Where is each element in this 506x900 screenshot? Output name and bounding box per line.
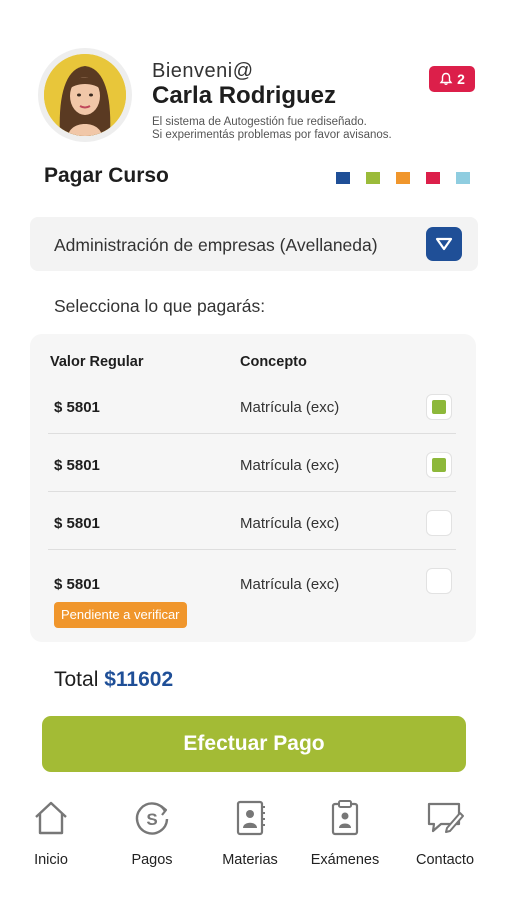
nav-label: Materias (222, 852, 278, 868)
contact-icon (427, 802, 464, 833)
row-concept: Matrícula (exc) (240, 576, 340, 593)
header: Bienveni@ Carla Rodriguez El sistema de … (0, 0, 506, 150)
user-photo-icon (44, 54, 126, 136)
total-label: Total (54, 668, 99, 691)
table-row: $ 5801 Matrícula (exc) (48, 434, 456, 492)
row-concept: Matrícula (exc) (240, 457, 340, 474)
notice-line-1: El sistema de Autogestión fue rediseñado… (152, 116, 367, 128)
nav-label: Inicio (34, 852, 68, 868)
row-concept: Matrícula (exc) (240, 399, 340, 416)
row-checkbox[interactable] (426, 394, 452, 420)
checkbox-check-icon (432, 458, 446, 472)
pending-badge: Pendiente a verificar (54, 602, 187, 628)
payments-icon: S (135, 802, 169, 835)
nav-item-contacto[interactable]: Contacto (400, 790, 490, 868)
color-dot (456, 172, 470, 184)
row-checkbox[interactable] (426, 510, 452, 536)
nav-item-inicio[interactable]: Inicio (6, 790, 96, 868)
row-concept: Matrícula (exc) (240, 515, 340, 532)
table-row: $ 5801 Matrícula (exc) (48, 550, 456, 608)
nav-label: Pagos (131, 852, 173, 868)
column-header-value: Valor Regular (50, 354, 144, 370)
nav-label: Exámenes (310, 852, 380, 868)
notifications-button[interactable]: 2 (429, 66, 475, 92)
row-checkbox[interactable] (426, 568, 452, 594)
column-header-concept: Concepto (240, 354, 307, 370)
total-amount: $11602 (104, 668, 174, 691)
color-dot (426, 172, 440, 184)
color-dot (336, 172, 350, 184)
svg-text:S: S (146, 810, 157, 829)
notice-line-2: Si experimentás problemas por favor avis… (152, 129, 392, 141)
payment-table: Valor Regular Concepto $ 5801 Matrícula … (30, 334, 476, 642)
nav-item-materias[interactable]: Materias (205, 790, 295, 868)
row-value: $ 5801 (54, 399, 100, 416)
page-title: Pagar Curso (44, 164, 169, 187)
checkbox-check-icon (432, 400, 446, 414)
system-notice: El sistema de Autogestión fue rediseñado… (152, 116, 462, 142)
nav-item-pagos[interactable]: S Pagos (107, 790, 197, 868)
course-select-value: Administración de empresas (Avellaneda) (54, 235, 378, 255)
row-checkbox[interactable] (426, 452, 452, 478)
bottom-nav: Inicio S Pagos Materias Exámenes Contact… (0, 790, 506, 890)
nav-label: Contacto (415, 852, 475, 868)
row-value: $ 5801 (54, 515, 100, 532)
course-dropdown-button[interactable] (426, 227, 462, 261)
color-dot (366, 172, 380, 184)
total: Total $11602 (54, 668, 173, 692)
pay-button[interactable]: Efectuar Pago (42, 716, 466, 772)
subjects-icon (236, 800, 265, 836)
color-dots (336, 172, 470, 184)
table-row: $ 5801 Matrícula (exc) (48, 492, 456, 550)
greeting: Bienveni@ (152, 60, 254, 82)
home-icon (35, 801, 67, 835)
table-row: $ 5801 Matrícula (exc) (48, 376, 456, 434)
row-value: $ 5801 (54, 457, 100, 474)
nav-item-examenes[interactable]: Exámenes (300, 790, 390, 868)
course-select[interactable]: Administración de empresas (Avellaneda) (30, 217, 478, 271)
user-name: Carla Rodriguez (152, 82, 337, 109)
notifications-count: 2 (457, 71, 465, 87)
select-prompt: Selecciona lo que pagarás: (54, 296, 266, 316)
exams-icon (331, 800, 359, 836)
avatar[interactable] (44, 54, 126, 136)
row-value: $ 5801 (54, 576, 100, 593)
bell-icon (439, 72, 453, 85)
dropdown-icon (435, 237, 453, 251)
color-dot (396, 172, 410, 184)
